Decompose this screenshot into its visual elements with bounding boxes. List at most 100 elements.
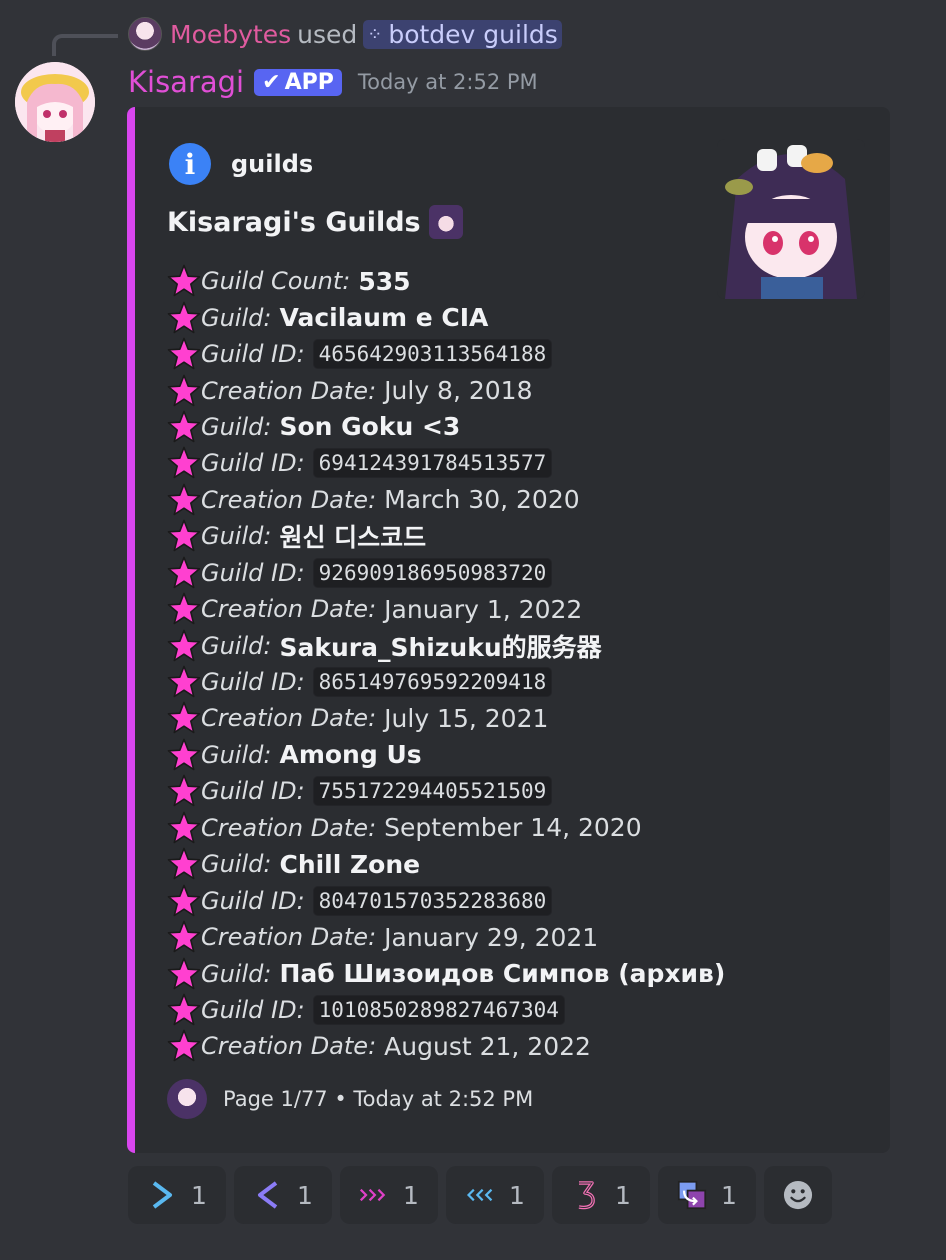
guild-id-code[interactable]: 465642903113564188 — [312, 339, 553, 370]
reaction-rewind[interactable]: 1 — [446, 1166, 544, 1224]
field-label: Creation Date: — [201, 813, 377, 842]
fast-forward-icon — [359, 1180, 389, 1210]
field-label: Guild: — [201, 303, 272, 332]
app-badge: ✔ APP — [254, 68, 342, 96]
star-icon — [167, 774, 201, 808]
star-icon — [167, 957, 201, 991]
guild-id-code[interactable]: 926909186950983720 — [312, 557, 553, 588]
guild-id-code[interactable]: 804701570352283680 — [312, 885, 553, 916]
embed-author-name: guilds — [231, 150, 314, 178]
field-label: Guild: — [201, 959, 272, 988]
right-arrow-icon — [147, 1180, 177, 1210]
reaction-fast-forward[interactable]: 1 — [340, 1166, 438, 1224]
reaction-count: 1 — [721, 1180, 737, 1210]
star-icon — [167, 993, 201, 1027]
field-label: Guild ID: — [201, 340, 305, 369]
message-header: Kisaragi ✔ APP Today at 2:52 PM — [128, 62, 538, 102]
add-reaction-button[interactable] — [764, 1166, 832, 1224]
field-value: Chill Zone — [279, 849, 421, 879]
reaction-bar: 1 1 1 1 1 1 — [128, 1166, 832, 1224]
swap-icon — [677, 1180, 707, 1210]
kisaragi-emoji-icon — [428, 205, 463, 239]
reply-bar[interactable]: Moebytes used ⁘ botdev guilds — [128, 16, 562, 52]
field-label: Guild ID: — [201, 449, 305, 478]
embed-field-row: Guild: Son Goku <3 — [167, 409, 727, 445]
field-label: Guild ID: — [201, 995, 305, 1024]
star-icon — [167, 556, 201, 590]
star-icon — [167, 738, 201, 772]
field-label: Guild: — [201, 740, 272, 769]
embed-thumbnail[interactable] — [717, 139, 865, 299]
star-icon — [167, 629, 201, 663]
field-label: Guild Count: — [201, 267, 351, 296]
field-value: Among Us — [279, 740, 422, 770]
field-value: Son Goku <3 — [279, 412, 461, 442]
number-3-icon — [571, 1180, 601, 1210]
field-value: August 21, 2022 — [384, 1031, 591, 1061]
check-icon: ✔ — [262, 69, 281, 95]
reaction-swap[interactable]: 1 — [658, 1166, 756, 1224]
field-value: 535 — [358, 266, 411, 296]
embed-field-row: Guild: Паб Шизоидов Симпов (архив) — [167, 955, 727, 991]
command-mention[interactable]: ⁘ botdev guilds — [363, 19, 562, 49]
star-icon — [167, 665, 201, 699]
embed-field-row: Guild ID: 465642903113564188 — [167, 336, 727, 372]
embed-title: Kisaragi's Guilds — [167, 205, 463, 239]
rewind-icon — [465, 1180, 495, 1210]
reaction-count: 1 — [297, 1180, 313, 1210]
embed-title-text: Kisaragi's Guilds — [167, 206, 421, 238]
guild-id-code[interactable]: 694124391784513577 — [312, 448, 553, 479]
embed-field-row: Creation Date: July 15, 2021 — [167, 700, 727, 736]
star-icon — [167, 592, 201, 626]
guild-id-code[interactable]: 755172294405521509 — [312, 776, 553, 807]
field-label: Guild: — [201, 522, 272, 551]
field-value: July 8, 2018 — [384, 376, 533, 406]
footer-text: Page 1/77 • Today at 2:52 PM — [223, 1087, 534, 1111]
reply-connector — [52, 34, 118, 56]
left-arrow-icon — [253, 1180, 283, 1210]
embed-footer: Page 1/77 • Today at 2:52 PM — [167, 1079, 533, 1119]
reply-user-avatar[interactable] — [128, 17, 162, 51]
embed-field-row: Guild ID: 1010850289827467304 — [167, 992, 727, 1028]
embed-field-row: Guild: Among Us — [167, 737, 727, 773]
reply-username[interactable]: Moebytes — [170, 20, 291, 49]
command-name: botdev guilds — [388, 19, 558, 49]
embed-field-row: Guild Count: 535 — [167, 263, 727, 299]
bot-name[interactable]: Kisaragi — [128, 65, 244, 99]
reaction-count: 1 — [509, 1180, 525, 1210]
reaction-number-3[interactable]: 1 — [552, 1166, 650, 1224]
star-icon — [167, 701, 201, 735]
reaction-left-arrow[interactable]: 1 — [234, 1166, 332, 1224]
embed-field-row: Guild: Chill Zone — [167, 846, 727, 882]
reaction-right-arrow[interactable]: 1 — [128, 1166, 226, 1224]
star-icon — [167, 884, 201, 918]
field-value: Sakura_Shizuku的服务器 — [279, 632, 602, 662]
star-icon — [167, 811, 201, 845]
reply-used-text: used — [297, 19, 358, 49]
embed-field-row: Creation Date: July 8, 2018 — [167, 372, 727, 408]
embed-field-row: Guild ID: 804701570352283680 — [167, 882, 727, 918]
message-timestamp[interactable]: Today at 2:52 PM — [358, 70, 538, 94]
guild-id-code[interactable]: 865149769592209418 — [312, 667, 553, 698]
star-icon — [167, 1029, 201, 1063]
field-value: 원신 디스코드 — [279, 523, 427, 553]
guild-id-code[interactable]: 1010850289827467304 — [312, 994, 565, 1025]
bot-avatar[interactable] — [15, 62, 95, 142]
field-label: Creation Date: — [201, 595, 377, 624]
field-label: Creation Date: — [201, 923, 377, 952]
info-icon: i — [169, 143, 211, 185]
star-icon — [167, 374, 201, 408]
field-label: Creation Date: — [201, 704, 377, 733]
star-icon — [167, 519, 201, 553]
star-icon — [167, 847, 201, 881]
field-label: Creation Date: — [201, 485, 377, 514]
field-value: Vacilaum e CIA — [279, 303, 489, 333]
star-icon — [167, 301, 201, 335]
star-icon — [167, 483, 201, 517]
embed-field-row: Guild ID: 926909186950983720 — [167, 555, 727, 591]
slash-command-icon: ⁘ — [367, 23, 383, 45]
field-label: Creation Date: — [201, 1032, 377, 1061]
star-icon — [167, 264, 201, 298]
field-label: Creation Date: — [201, 376, 377, 405]
field-label: Guild ID: — [201, 558, 305, 587]
